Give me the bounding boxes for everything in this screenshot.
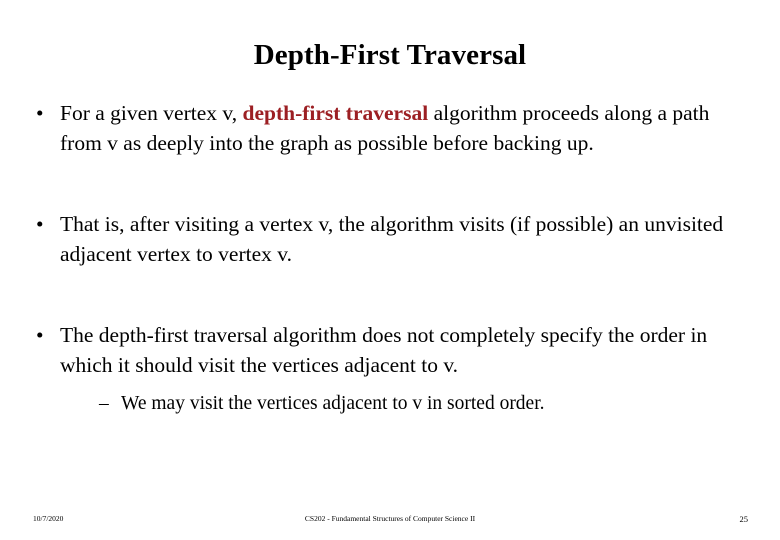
bullet-list: • For a given vertex v, depth-first trav…	[30, 98, 750, 418]
list-item-text-lead: For a given vertex v,	[60, 101, 243, 125]
bullet-marker-icon: •	[36, 101, 44, 125]
list-item-text: The depth-first traversal algorithm does…	[60, 323, 708, 377]
list-item: • That is, after visiting a vertex v, th…	[30, 209, 750, 269]
page-title: Depth-First Traversal	[253, 39, 527, 71]
list-item: • The depth-first traversal algorithm do…	[30, 320, 750, 418]
list-item: • For a given vertex v, depth-first trav…	[30, 98, 750, 158]
list-item-text: For a given vertex v, depth-first traver…	[60, 98, 750, 158]
list-item-text: That is, after visiting a vertex v, the …	[60, 212, 724, 266]
footer-page-number: 25	[739, 514, 749, 524]
slide: Depth-First Traversal • For a given vert…	[0, 0, 780, 540]
sub-list-item-text: We may visit the vertices adjacent to v …	[121, 393, 545, 414]
sub-list-item: – We may visit the vertices adjacent to …	[99, 390, 750, 418]
bullet-marker-icon: •	[36, 323, 44, 347]
emphasized-term: depth-first traversal	[242, 101, 429, 125]
footer: 10/7/2020 CS202 - Fundamental Structures…	[0, 512, 780, 526]
bullet-marker-icon: •	[36, 212, 44, 236]
footer-course-title: CS202 - Fundamental Structures of Comput…	[304, 514, 476, 523]
dash-marker-icon: –	[99, 393, 109, 414]
